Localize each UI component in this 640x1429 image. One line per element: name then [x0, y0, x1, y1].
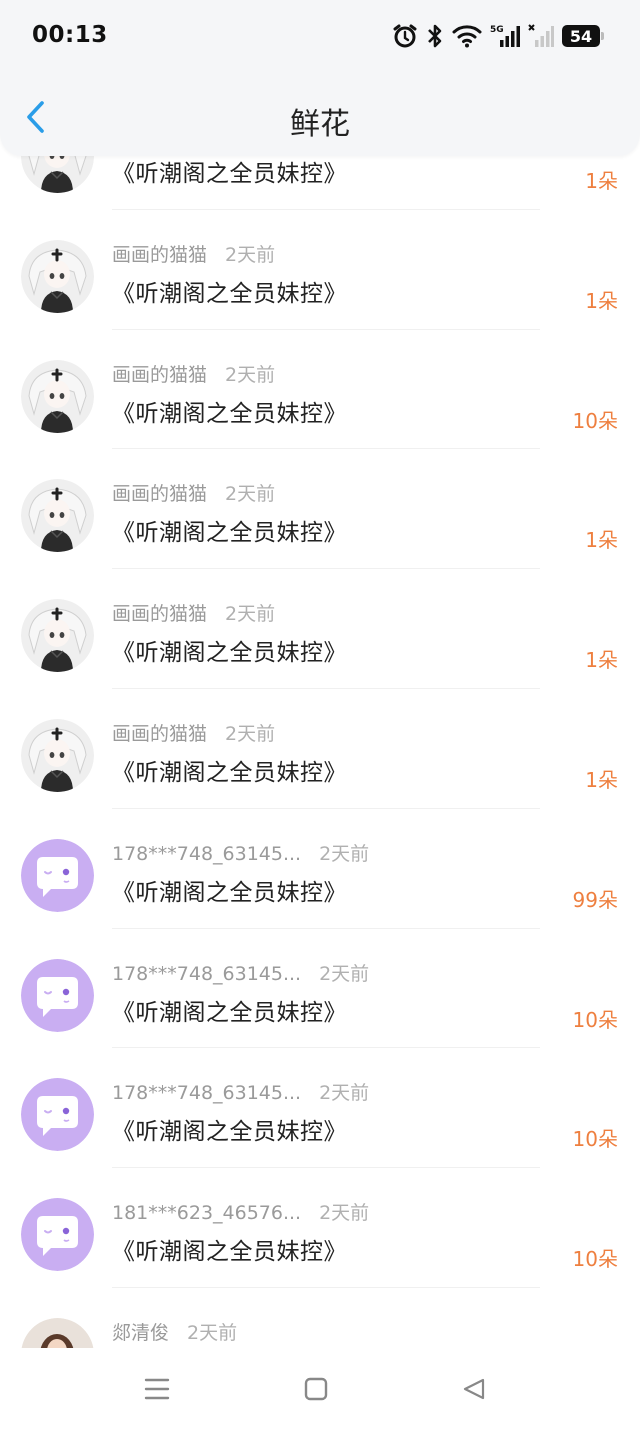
work-title[interactable]: 《听潮阁之全员妹控》 [112, 1232, 347, 1266]
battery-level: 54 [569, 26, 593, 46]
work-title[interactable]: 《听潮阁之全员妹控》 [112, 274, 347, 308]
work-title[interactable]: 《听潮阁之全员妹控》 [112, 513, 347, 547]
timestamp: 2天前 [319, 962, 370, 985]
status-bar: 00:13 5G 54 [0, 0, 640, 72]
work-title[interactable]: 《听潮阁之全员妹控》 [112, 873, 347, 907]
work-title[interactable]: 《听潮阁之全员妹控》 [112, 154, 347, 188]
item-meta: 画画的猫猫 2天前 [112, 240, 275, 267]
avatar[interactable]: 含笑说句再见 [21, 1317, 94, 1348]
timestamp: 2天前 [225, 722, 276, 745]
timestamp: 2天前 [319, 842, 370, 865]
signal-5g-icon: 5G [490, 23, 520, 49]
work-title[interactable]: 《听潮阁之全员妹控》 [112, 753, 347, 787]
work-title[interactable]: 《听潮阁之全员妹控》 [112, 993, 347, 1027]
username[interactable]: 178***748_63145... [112, 963, 301, 985]
flower-count: 99朵 [572, 887, 618, 912]
item-meta: 178***748_63145... 2天前 [112, 959, 369, 986]
username[interactable]: 画画的猫猫 [112, 603, 207, 625]
work-title[interactable]: 《听潮阁之全员妹控》 [112, 394, 347, 428]
item-meta: 181***623_46576... 2天前 [112, 1198, 369, 1225]
list-item[interactable]: 画画的猫猫 2天前《听潮阁之全员妹控》 1朵 [0, 449, 640, 569]
svg-text:5G: 5G [490, 25, 504, 35]
flower-count: 1朵 [585, 767, 618, 792]
page-header: 鲜花 [0, 72, 640, 156]
item-meta: 画画的猫猫 2天前 [112, 360, 275, 387]
signal-no-service-icon [528, 23, 554, 49]
status-icons: 5G 54 [392, 22, 604, 50]
flower-count: 1朵 [585, 648, 618, 673]
flower-count: 1朵 [585, 288, 618, 313]
back-triangle-icon[interactable] [454, 1374, 494, 1404]
list-item[interactable]: 178***748_63145... 2天前《听潮阁之全员妹控》 10朵 [0, 929, 640, 1049]
timestamp: 2天前 [319, 1082, 370, 1105]
item-meta: 178***748_63145... 2天前 [112, 1078, 369, 1105]
timestamp: 2天前 [225, 243, 276, 266]
avatar[interactable] [21, 359, 94, 433]
status-time: 00:13 [32, 22, 108, 48]
battery-icon: 54 [562, 25, 604, 47]
flower-count: 1朵 [585, 528, 618, 553]
timestamp: 2天前 [225, 483, 276, 506]
bluetooth-icon [426, 23, 444, 49]
flower-count: 10朵 [572, 1007, 618, 1032]
item-meta: 178***748_63145... 2天前 [112, 839, 369, 866]
page-title: 鲜花 [290, 107, 350, 142]
list-item[interactable]: 含笑说句再见郯清俊2天前《听潮阁之全员妹控》1朵 [0, 1288, 640, 1348]
username[interactable]: 178***748_63145... [112, 1082, 301, 1104]
menu-icon[interactable] [137, 1374, 177, 1404]
avatar[interactable] [21, 718, 94, 792]
list-item[interactable]: 画画的猫猫 2天前《听潮阁之全员妹控》 10朵 [0, 330, 640, 450]
flower-count: 1朵 [585, 169, 618, 193]
item-meta: 郯清俊 2天前 [112, 1318, 237, 1345]
username[interactable]: 画画的猫猫 [112, 244, 207, 266]
username[interactable]: 郯清俊 [112, 1322, 169, 1344]
username[interactable]: 画画的猫猫 [112, 483, 207, 505]
username[interactable]: 画画的猫猫 [112, 723, 207, 745]
item-meta: 画画的猫猫 2天前 [112, 719, 275, 746]
username[interactable]: 178***748_63145... [112, 843, 301, 865]
alarm-icon [392, 23, 418, 49]
home-square-icon[interactable] [296, 1374, 336, 1404]
username[interactable]: 181***623_46576... [112, 1202, 301, 1224]
timestamp: 2天前 [187, 1321, 238, 1344]
avatar[interactable] [21, 599, 94, 673]
wifi-icon [452, 24, 482, 48]
avatar[interactable] [21, 1198, 94, 1272]
flower-count: 10朵 [572, 408, 618, 433]
avatar[interactable] [21, 479, 94, 553]
work-title[interactable]: 《听潮阁之全员妹控》 [112, 633, 347, 667]
username[interactable]: 画画的猫猫 [112, 364, 207, 386]
flower-count: 10朵 [572, 1247, 618, 1272]
system-nav-bar [0, 1348, 640, 1429]
list-item[interactable]: 181***623_46576... 2天前《听潮阁之全员妹控》 10朵 [0, 1168, 640, 1288]
work-title[interactable]: 《听潮阁之全员妹控》 [112, 1112, 347, 1146]
list-item[interactable]: 178***748_63145... 2天前《听潮阁之全员妹控》 10朵 [0, 1048, 640, 1168]
item-meta: 画画的猫猫 2天前 [112, 599, 275, 626]
list-item[interactable]: 178***748_63145... 2天前《听潮阁之全员妹控》 99朵 [0, 809, 640, 929]
list-item[interactable]: 画画的猫猫 2天前《听潮阁之全员妹控》 1朵 [0, 210, 640, 330]
timestamp: 2天前 [225, 603, 276, 626]
list-item[interactable]: 画画的猫猫 2天前《听潮阁之全员妹控》 1朵 [0, 569, 640, 689]
timestamp: 2天前 [225, 363, 276, 386]
timestamp: 2天前 [319, 1202, 370, 1225]
avatar[interactable] [21, 838, 94, 912]
flower-list[interactable]: 画画的猫猫2天前《听潮阁之全员妹控》1朵画画的猫猫2天前《听潮阁之全员妹控》1朵… [0, 90, 640, 1348]
avatar[interactable] [21, 1078, 94, 1152]
flower-count: 10朵 [572, 1127, 618, 1152]
list-item[interactable]: 画画的猫猫 2天前《听潮阁之全员妹控》 1朵 [0, 689, 640, 809]
item-meta: 画画的猫猫 2天前 [112, 479, 275, 506]
avatar[interactable] [21, 958, 94, 1032]
avatar[interactable] [21, 239, 94, 313]
